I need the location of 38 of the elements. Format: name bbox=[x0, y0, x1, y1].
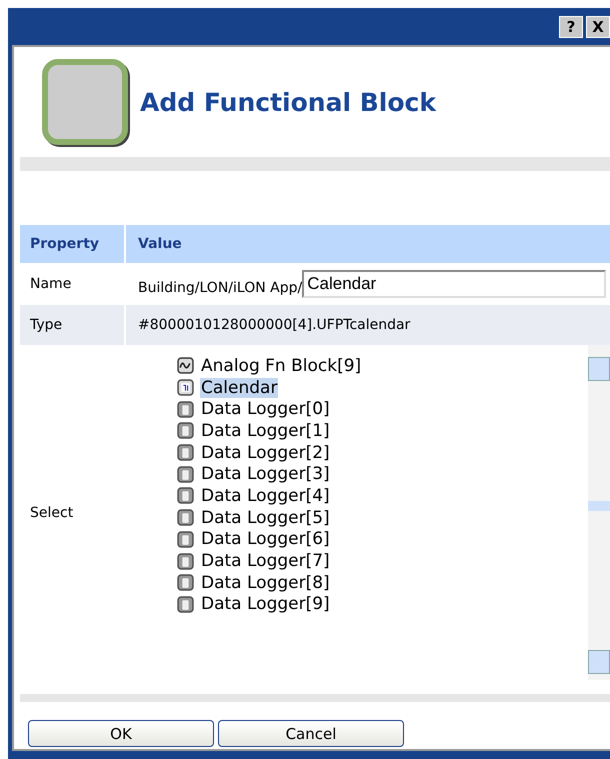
list-item[interactable]: Data Logger[5] bbox=[200, 508, 331, 528]
scrollbar[interactable] bbox=[588, 345, 610, 680]
name-prefix: Building/LON/iLON App/ bbox=[138, 279, 302, 296]
list-item[interactable]: Data Logger[1] bbox=[200, 420, 331, 441]
block-icon bbox=[42, 59, 128, 145]
list-item[interactable]: Data Logger[8] bbox=[200, 572, 331, 593]
dialog-button[interactable]: OK bbox=[28, 720, 214, 747]
property-label: Select bbox=[29, 504, 74, 520]
block-icon bbox=[177, 552, 194, 570]
block-icon bbox=[177, 422, 194, 440]
list-item[interactable]: Data Logger[4] bbox=[200, 486, 331, 506]
block-icon bbox=[177, 444, 194, 462]
column-header: Value bbox=[124, 225, 610, 263]
list-item[interactable]: Data Logger[9] bbox=[200, 594, 331, 614]
dialog-button[interactable]: Cancel bbox=[218, 720, 404, 747]
list-item[interactable]: Data Logger[0] bbox=[200, 399, 331, 420]
block-icon bbox=[177, 596, 194, 613]
property-label: Type bbox=[29, 317, 64, 333]
list-item[interactable]: Analog Fn Block[9] bbox=[200, 356, 362, 376]
block-icon bbox=[177, 574, 194, 592]
block-icon bbox=[177, 530, 194, 548]
list-item[interactable]: Data Logger[3] bbox=[200, 464, 331, 484]
block-icon bbox=[177, 509, 194, 526]
close-button[interactable]: X bbox=[586, 16, 610, 38]
list-item[interactable]: Data Logger[2] bbox=[200, 442, 331, 463]
list-item[interactable]: Calendar bbox=[200, 378, 278, 398]
list-item[interactable]: Data Logger[7] bbox=[200, 551, 331, 572]
help-button[interactable]: ? bbox=[559, 16, 583, 38]
name-input-field[interactable]: Calendar bbox=[302, 270, 606, 298]
block-icon bbox=[177, 400, 194, 418]
property-label: Name bbox=[29, 276, 72, 292]
column-header: Property bbox=[29, 235, 100, 254]
dialog-title: Add Functional Block bbox=[140, 88, 436, 116]
block-icon bbox=[177, 466, 194, 483]
waveform-icon bbox=[177, 357, 194, 374]
calendar-icon bbox=[177, 379, 194, 396]
block-icon bbox=[177, 487, 194, 504]
list-item[interactable]: Data Logger[6] bbox=[200, 529, 331, 550]
